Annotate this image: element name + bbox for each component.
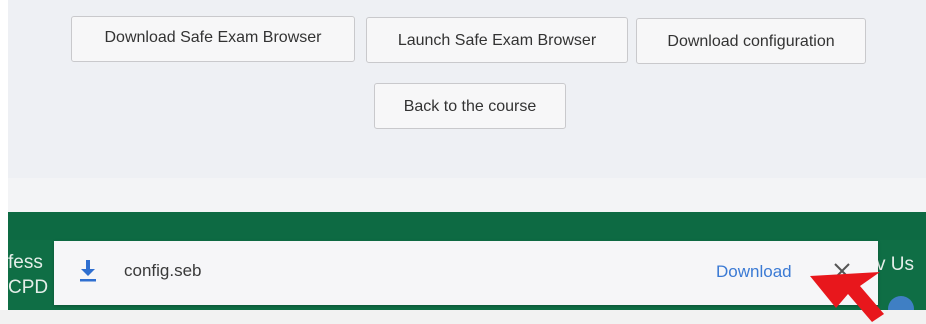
footer-text-left-line2: CPD: [8, 277, 49, 298]
bottom-edge: [0, 310, 926, 324]
red-arrow-pointer-icon: [810, 272, 884, 322]
download-safe-exam-browser-button[interactable]: Download Safe Exam Browser: [71, 16, 355, 62]
back-to-course-button[interactable]: Back to the course: [374, 83, 566, 129]
download-arrow-icon: [80, 260, 96, 282]
footer-text-left-line1: fess: [8, 252, 43, 273]
footer-text-left: fess CPD: [8, 250, 54, 300]
download-filename[interactable]: config.seb: [124, 261, 202, 281]
footer-top-band: [8, 212, 926, 240]
download-configuration-button[interactable]: Download configuration: [636, 18, 866, 64]
screenshot: Download Safe Exam Browser Launch Safe E…: [0, 0, 926, 324]
download-action-link[interactable]: Download: [716, 262, 792, 282]
page-content-bottom: [8, 178, 926, 212]
launch-safe-exam-browser-button[interactable]: Launch Safe Exam Browser: [366, 17, 628, 63]
download-bar: config.seb Download: [54, 241, 878, 305]
